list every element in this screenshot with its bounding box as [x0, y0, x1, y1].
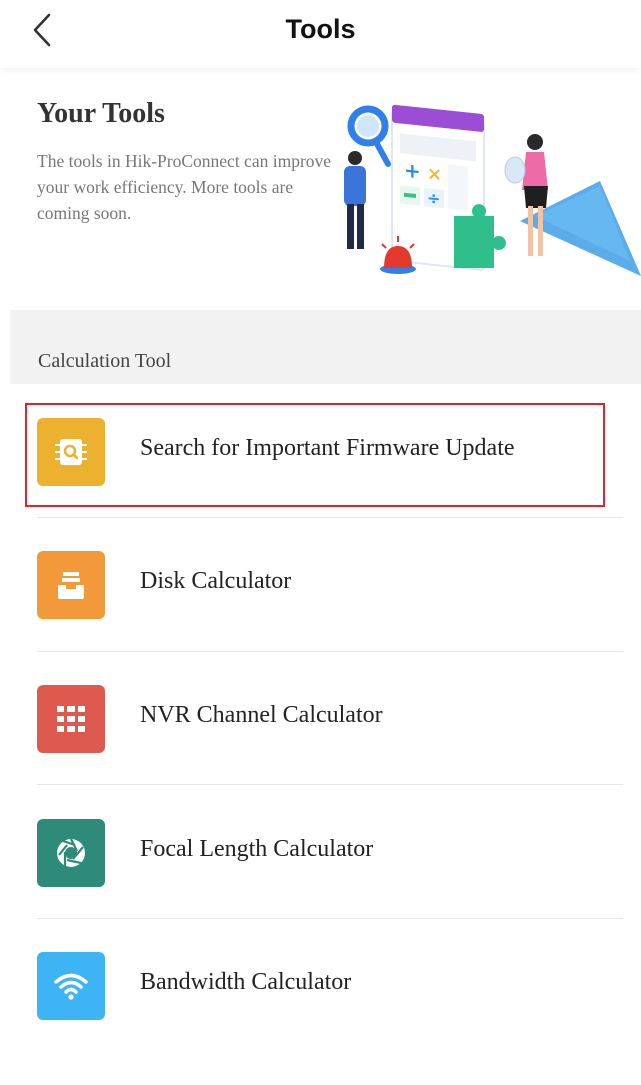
divider	[37, 517, 623, 518]
tools-banner: Your Tools The tools in Hik-ProConnect c…	[0, 68, 641, 310]
firmware-search-icon	[37, 418, 105, 486]
tool-label: Focal Length Calculator	[140, 836, 374, 862]
divider	[37, 918, 623, 919]
aperture-icon	[37, 819, 105, 887]
tools-illustration: + × ÷	[344, 104, 641, 276]
tool-label: Search for Important Firmware Update	[140, 435, 515, 461]
disk-tray-icon	[37, 551, 105, 619]
tool-item-firmware-update[interactable]: Search for Important Firmware Update	[0, 418, 641, 551]
wifi-icon	[37, 952, 105, 1020]
tool-item-disk-calculator[interactable]: Disk Calculator	[0, 551, 641, 684]
tool-label: NVR Channel Calculator	[140, 702, 383, 728]
tool-item-bandwidth-calculator[interactable]: Bandwidth Calculator	[0, 952, 641, 1085]
banner-description: The tools in Hik-ProConnect can improve …	[37, 151, 332, 223]
page-title: Tools	[285, 14, 356, 44]
divider	[37, 651, 623, 652]
app-header: Tools	[0, 0, 641, 68]
tool-label: Bandwidth Calculator	[140, 969, 352, 995]
svg-text:÷: ÷	[427, 188, 440, 208]
divider	[37, 784, 623, 785]
section-header: Calculation Tool	[10, 310, 641, 384]
section-label: Calculation Tool	[38, 350, 172, 372]
tool-item-nvr-channel-calculator[interactable]: NVR Channel Calculator	[0, 685, 641, 818]
svg-text:×: ×	[427, 163, 442, 186]
banner-title: Your Tools	[37, 98, 165, 129]
tool-item-focal-length-calculator[interactable]: Focal Length Calculator	[0, 819, 641, 952]
tool-label: Disk Calculator	[140, 568, 292, 594]
grid-icon	[37, 685, 105, 753]
svg-text:+: +	[404, 158, 421, 184]
